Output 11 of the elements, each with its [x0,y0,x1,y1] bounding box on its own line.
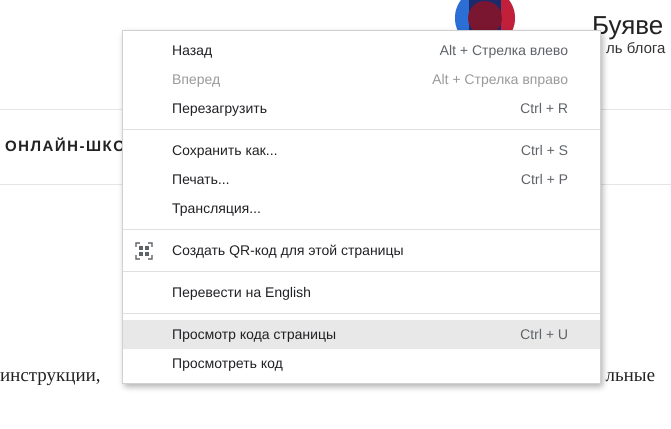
menu-item[interactable]: Перевести на English [123,278,600,307]
menu-item[interactable]: Трансляция... [123,194,600,223]
menu-item[interactable]: Печать... Ctrl + P [123,165,600,194]
menu-item[interactable]: Просмотреть код [123,349,600,378]
article-text: инструкции, [0,364,101,388]
menu-item[interactable]: Просмотр кода страницы Ctrl + U [123,320,600,349]
menu-item[interactable]: Перезагрузить Ctrl + R [123,94,600,123]
author-role: ль блога [606,40,666,58]
qr-code-icon [135,242,153,260]
article-text: льные [605,364,655,388]
menu-item[interactable]: Создать QR-код для этой страницы [123,236,600,265]
